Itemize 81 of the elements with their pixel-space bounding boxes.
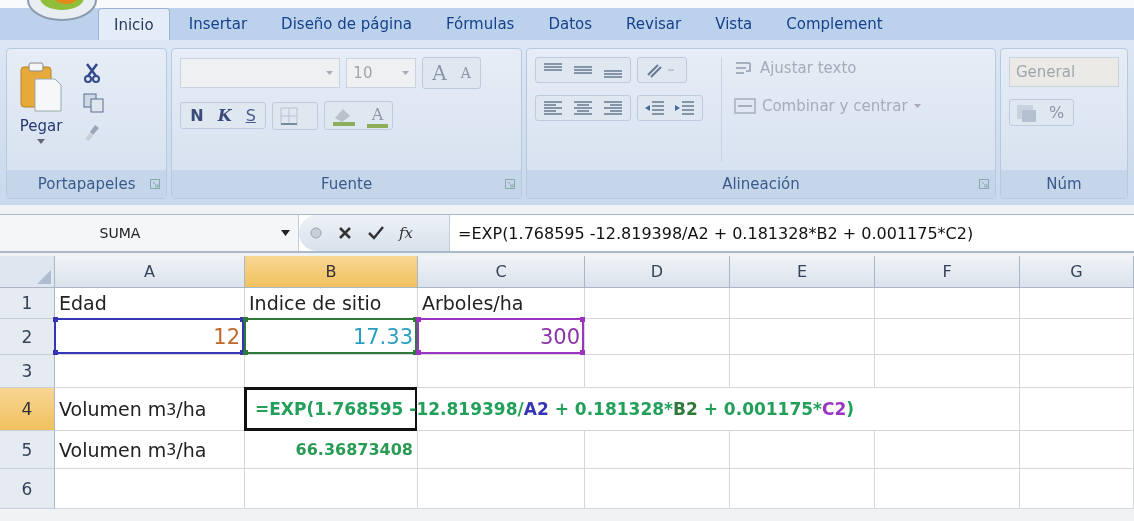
ribbon-tab[interactable]: Datos (533, 8, 608, 40)
select-all-corner[interactable] (0, 256, 55, 288)
empty-cell[interactable] (875, 431, 1020, 469)
row-header[interactable]: 1 (0, 288, 55, 319)
empty-cell[interactable] (730, 288, 875, 319)
column-header[interactable]: A (55, 256, 245, 288)
dialog-launcher-icon[interactable] (150, 179, 161, 189)
insert-function-button[interactable]: fx (399, 224, 413, 242)
empty-cell[interactable] (1020, 469, 1134, 509)
empty-cell[interactable] (1020, 431, 1134, 469)
group-label: Núm (1046, 175, 1082, 193)
column-header[interactable]: F (875, 256, 1020, 288)
table-cell: 12 (55, 319, 245, 355)
empty-cell[interactable] (730, 355, 875, 388)
paste-button[interactable]: Pegar (15, 57, 67, 162)
empty-cell[interactable] (730, 469, 875, 509)
ribbon-tab[interactable]: Revisar (611, 8, 697, 40)
scissors-icon[interactable] (83, 63, 101, 83)
column-header[interactable]: C (418, 256, 585, 288)
empty-cell[interactable] (1020, 355, 1134, 388)
caret-icon (326, 71, 334, 75)
italic-button[interactable]: K (212, 104, 237, 127)
dialog-launcher-icon[interactable] (979, 179, 989, 189)
empty-cell[interactable] (418, 355, 585, 388)
empty-cell[interactable] (730, 431, 875, 469)
group-label: Alineación (722, 175, 800, 193)
empty-cell[interactable] (418, 431, 585, 469)
formula-field[interactable]: =EXP(1.768595 -12.819398/A2 + 0.181328*B2 + 0.001175*C2) (449, 215, 1134, 251)
column-header[interactable]: E (730, 256, 875, 288)
ribbon-tab[interactable]: Complement (771, 8, 898, 40)
empty-cell[interactable] (245, 469, 418, 509)
row-header[interactable]: 4 (0, 388, 55, 431)
empty-cell[interactable] (875, 355, 1020, 388)
font-name-combobox[interactable] (180, 58, 341, 88)
empty-cell[interactable] (585, 288, 730, 319)
row-header[interactable]: 2 (0, 319, 55, 355)
ribbon-tab[interactable]: Inicio (98, 8, 170, 40)
name-box[interactable]: SUMA (0, 215, 299, 251)
empty-cell[interactable] (875, 469, 1020, 509)
ribbon-tab[interactable]: Fórmulas (430, 8, 530, 40)
empty-cell[interactable] (875, 288, 1020, 319)
caret-icon (281, 230, 290, 236)
caret-icon (37, 139, 45, 144)
column-header[interactable]: G (1020, 256, 1134, 288)
clipboard-icon (19, 61, 63, 113)
bold-button[interactable]: N (185, 104, 209, 127)
merge-cells-icon (733, 97, 756, 115)
brush-icon[interactable] (83, 123, 101, 143)
empty-cell[interactable] (418, 469, 585, 509)
dialog-launcher-icon[interactable] (504, 179, 515, 189)
ribbon-tab[interactable]: Insertar (173, 8, 263, 40)
table-cell: 66.36873408 (245, 431, 418, 469)
underline-button[interactable]: S (240, 104, 261, 127)
empty-cell[interactable] (585, 469, 730, 509)
column-header[interactable]: D (585, 256, 730, 288)
empty-cell[interactable] (1020, 288, 1134, 319)
group-label: Fuente (321, 175, 373, 193)
caret-icon (913, 104, 921, 108)
triangle-icon (37, 270, 51, 284)
row-header[interactable]: 5 (0, 431, 55, 469)
empty-cell[interactable] (875, 319, 1020, 355)
empty-cell[interactable] (585, 319, 730, 355)
table-cell: 300 (418, 319, 585, 355)
empty-cell[interactable] (1020, 388, 1134, 431)
cancel-icon[interactable] (337, 225, 353, 241)
group-label: Portapapeles (37, 175, 136, 193)
handle-icon (309, 226, 323, 240)
table-cell: 17.33 (245, 319, 418, 355)
ribbon-tab[interactable]: Vista (700, 8, 768, 40)
row-header[interactable]: 3 (0, 355, 55, 388)
empty-cell[interactable] (585, 431, 730, 469)
copy-icon[interactable] (83, 93, 105, 113)
row-header[interactable]: 6 (0, 469, 55, 509)
empty-cell[interactable] (585, 355, 730, 388)
empty-cell[interactable] (1020, 319, 1134, 355)
check-icon[interactable] (367, 225, 385, 241)
ribbon-tab[interactable]: Diseño de página (266, 8, 427, 40)
caret-icon (402, 71, 410, 75)
wrap-text-icon (733, 59, 754, 77)
column-header[interactable]: B (245, 256, 418, 288)
empty-cell[interactable] (730, 319, 875, 355)
